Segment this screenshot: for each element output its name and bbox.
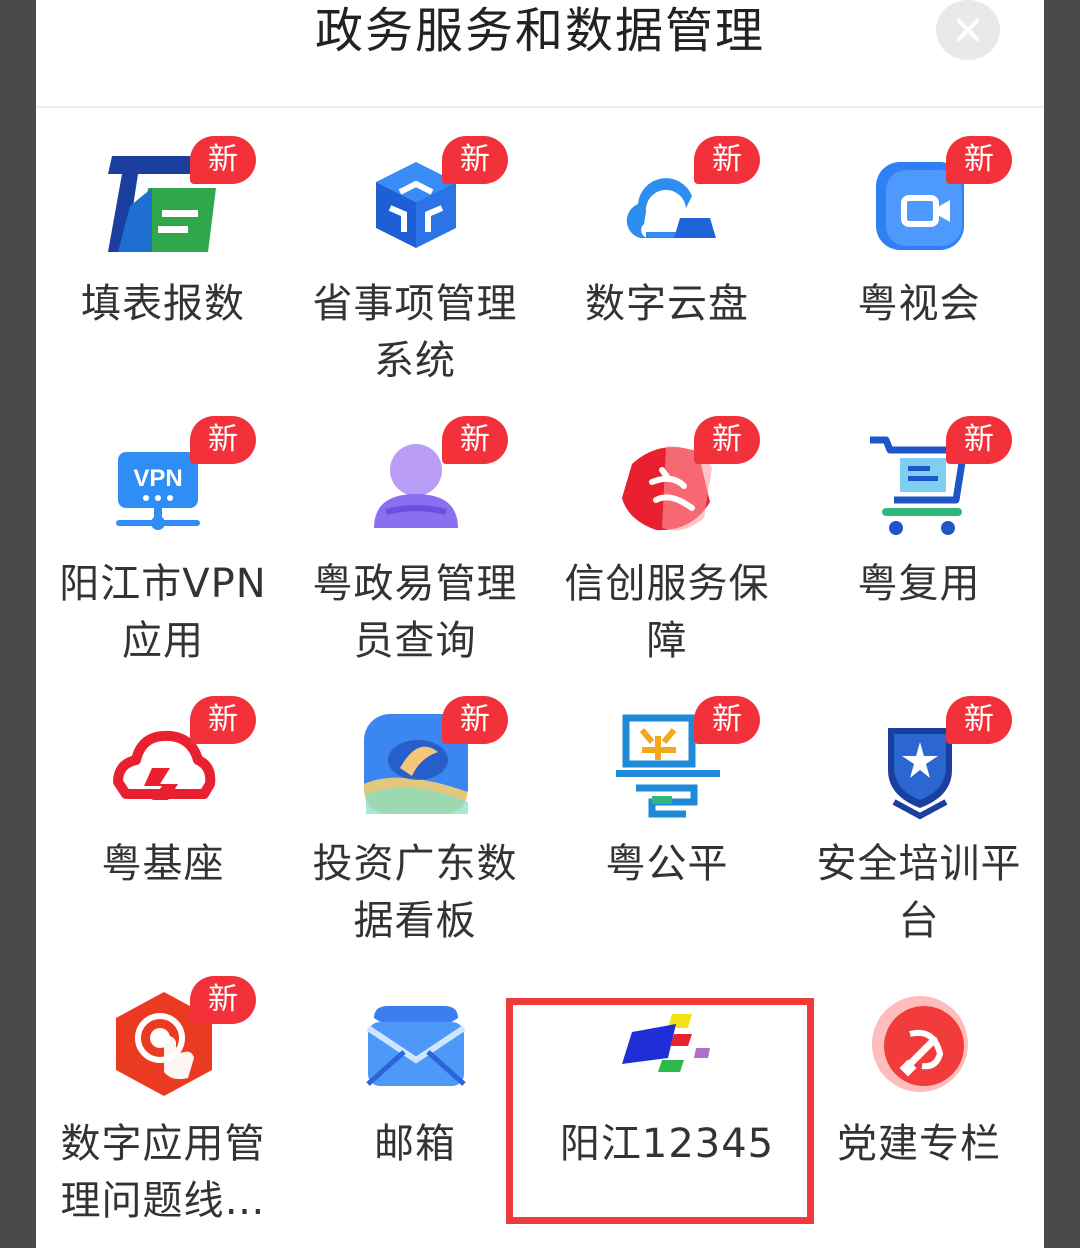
app-tile-fairness[interactable]: 新 粤公平 [542, 668, 792, 938]
app-label: 省事项管理系统 [312, 281, 518, 384]
app-tile-mail[interactable]: 邮箱 [290, 948, 540, 1218]
app-panel: 政务服务和数据管理 新 填表报数 新 省事项管理系统 新 数字云盘 新 粤视会 … [36, 0, 1044, 1248]
app-tile-yangjiang-12345[interactable]: 阳江12345 [542, 948, 792, 1218]
app-tile-reuse[interactable]: 新 粤复用 [794, 388, 1044, 658]
new-badge: 新 [694, 136, 760, 184]
new-badge: 新 [694, 416, 760, 464]
new-badge: 新 [190, 696, 256, 744]
app-tile-admin-query[interactable]: 新 粤政易管理员查询 [290, 388, 540, 664]
app-label: 粤复用 [857, 561, 981, 607]
new-badge: 新 [442, 136, 508, 184]
panel-title: 政务服务和数据管理 [314, 3, 765, 59]
app-tile-video-meeting[interactable]: 新 粤视会 [794, 108, 1044, 378]
app-tile-form-report[interactable]: 新 填表报数 [38, 108, 288, 378]
app-tile-party-building[interactable]: 党建专栏 [794, 948, 1044, 1218]
app-label: 信创服务保障 [564, 561, 770, 664]
app-label: 填表报数 [81, 281, 245, 327]
new-badge: 新 [946, 696, 1012, 744]
app-tile-cloud-disk[interactable]: 新 数字云盘 [542, 108, 792, 378]
app-tile-vpn[interactable]: VPN 新 阳江市VPN应用 [38, 388, 288, 664]
app-label: 数字云盘 [585, 281, 749, 327]
app-tile-xinchuang[interactable]: 新 信创服务保障 [542, 388, 792, 664]
app-label: 投资广东数据看板 [312, 841, 518, 944]
new-badge: 新 [190, 136, 256, 184]
svg-text:VPN: VPN [133, 465, 182, 492]
new-badge: 新 [190, 976, 256, 1024]
app-label: 阳江12345 [559, 1121, 775, 1167]
mail-envelope-icon [360, 988, 472, 1100]
new-badge: 新 [694, 696, 760, 744]
hotline-12345-logo-icon [612, 988, 724, 1100]
app-label: 粤基座 [101, 841, 225, 887]
app-label: 粤公平 [605, 841, 729, 887]
app-label: 数字应用管理问题线… [60, 1121, 266, 1224]
panel-header: 政务服务和数据管理 [36, 0, 1044, 108]
new-badge: 新 [442, 696, 508, 744]
app-label: 邮箱 [374, 1121, 456, 1167]
app-label: 安全培训平台 [816, 841, 1022, 944]
app-label: 粤视会 [857, 281, 981, 327]
app-tile-invest-dashboard[interactable]: 新 投资广东数据看板 [290, 668, 540, 944]
app-label: 党建专栏 [837, 1121, 1001, 1167]
app-tile-matter-system[interactable]: 新 省事项管理系统 [290, 108, 540, 384]
new-badge: 新 [946, 416, 1012, 464]
new-badge: 新 [946, 136, 1012, 184]
app-tile-issue-hotline[interactable]: 新 数字应用管理问题线… [38, 948, 288, 1224]
new-badge: 新 [442, 416, 508, 464]
app-tile-base[interactable]: 新 粤基座 [38, 668, 288, 938]
app-label: 粤政易管理员查询 [312, 561, 518, 664]
party-emblem-icon [864, 988, 976, 1100]
new-badge: 新 [190, 416, 256, 464]
app-label: 阳江市VPN应用 [59, 561, 267, 664]
close-button[interactable] [936, 0, 1000, 60]
app-tile-security-training[interactable]: 新 安全培训平台 [794, 668, 1044, 944]
